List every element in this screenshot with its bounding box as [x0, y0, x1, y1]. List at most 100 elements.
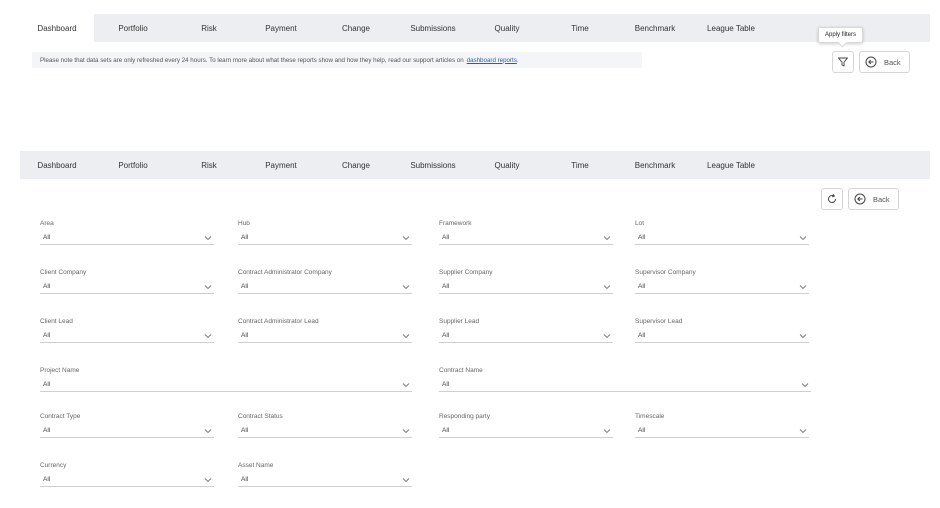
tab-benchmark[interactable]: Benchmark	[616, 14, 694, 42]
filter-supervisor-lead: Supervisor Lead All	[635, 318, 809, 343]
select-value: All	[43, 234, 51, 241]
back-button-filters[interactable]: Back	[848, 188, 899, 210]
chevron-down-icon	[402, 477, 410, 482]
back-arrow-icon	[865, 56, 877, 68]
chevron-down-icon	[402, 382, 410, 387]
back-label: Back	[873, 194, 890, 204]
tab-payment[interactable]: Payment	[246, 151, 316, 179]
chevron-down-icon	[402, 235, 410, 240]
filter-label: Lot	[635, 220, 645, 227]
responding-party-select[interactable]: All	[439, 424, 613, 438]
chevron-down-icon	[799, 428, 807, 433]
contract-status-select[interactable]: All	[238, 424, 412, 438]
contract-name-select[interactable]: All	[439, 378, 811, 392]
filter-label: Framework	[439, 220, 472, 227]
currency-select[interactable]: All	[40, 473, 214, 487]
project-name-select[interactable]: All	[40, 378, 412, 392]
tab-portfolio[interactable]: Portfolio	[94, 14, 172, 42]
filter-client-company: Client Company All	[40, 269, 214, 294]
refresh-notice: Please note that data sets are only refr…	[32, 52, 642, 68]
select-value: All	[241, 427, 249, 434]
tab-submissions[interactable]: Submissions	[396, 151, 470, 179]
select-value: All	[442, 332, 450, 339]
filter-label: Area	[40, 220, 54, 227]
chevron-down-icon	[402, 333, 410, 338]
asset-name-select[interactable]: All	[238, 473, 412, 487]
chevron-down-icon	[402, 428, 410, 433]
filter-contract-status: Contract Status All	[238, 413, 412, 438]
select-value: All	[442, 381, 450, 388]
filter-contract-administrator-lead: Contract Administrator Lead All	[238, 318, 412, 343]
filter-label: Client Company	[40, 269, 87, 276]
filter-label: Contract Status	[238, 413, 283, 420]
tab-league-table[interactable]: League Table	[694, 151, 768, 179]
lot-select[interactable]: All	[635, 231, 809, 245]
select-value: All	[442, 283, 450, 290]
contract-administrator-lead-select[interactable]: All	[238, 329, 412, 343]
client-company-select[interactable]: All	[40, 280, 214, 294]
tab-submissions[interactable]: Submissions	[396, 14, 470, 42]
reset-filters-button[interactable]	[821, 188, 843, 210]
chevron-down-icon	[603, 235, 611, 240]
filter-project-name: Project Name All	[40, 367, 412, 392]
supervisor-lead-select[interactable]: All	[635, 329, 809, 343]
chevron-down-icon	[603, 333, 611, 338]
tab-benchmark[interactable]: Benchmark	[616, 151, 694, 179]
tab-change[interactable]: Change	[316, 151, 396, 179]
tab-risk[interactable]: Risk	[172, 14, 246, 42]
select-value: All	[638, 332, 646, 339]
chevron-down-icon	[204, 477, 212, 482]
area-select[interactable]: All	[40, 231, 214, 245]
filter-supplier-lead: Supplier Lead All	[439, 318, 613, 343]
tab-quality[interactable]: Quality	[470, 14, 544, 42]
filter-label: Supervisor Company	[635, 269, 696, 276]
notice-suffix: .	[516, 56, 519, 64]
apply-filters-button[interactable]	[832, 51, 854, 73]
supervisor-company-select[interactable]: All	[635, 280, 809, 294]
select-value: All	[442, 427, 450, 434]
dashboard-reports-link[interactable]: dashboard reports	[467, 57, 517, 64]
contract-administrator-company-select[interactable]: All	[238, 280, 412, 294]
chevron-down-icon	[204, 333, 212, 338]
chevron-down-icon	[204, 428, 212, 433]
back-button-top[interactable]: Back	[859, 51, 910, 73]
tab-change[interactable]: Change	[316, 14, 396, 42]
hub-select[interactable]: All	[238, 231, 412, 245]
tab-dashboard[interactable]: Dashboard	[20, 14, 94, 42]
select-value: All	[241, 476, 249, 483]
filter-label: Contract Type	[40, 413, 81, 420]
chevron-down-icon	[204, 235, 212, 240]
filter-icon	[838, 57, 848, 67]
chevron-down-icon	[402, 284, 410, 289]
timescale-select[interactable]: All	[635, 424, 809, 438]
filter-label: Supervisor Lead	[635, 318, 683, 325]
select-value: All	[43, 427, 51, 434]
chevron-down-icon	[799, 284, 807, 289]
tab-payment[interactable]: Payment	[246, 14, 316, 42]
client-lead-select[interactable]: All	[40, 329, 214, 343]
filter-lot: Lot All	[635, 220, 809, 245]
contract-type-select[interactable]: All	[40, 424, 214, 438]
select-value: All	[241, 332, 249, 339]
supplier-lead-select[interactable]: All	[439, 329, 613, 343]
supplier-company-select[interactable]: All	[439, 280, 613, 294]
tab-time[interactable]: Time	[544, 151, 616, 179]
tab-dashboard[interactable]: Dashboard	[20, 151, 94, 179]
tab-risk[interactable]: Risk	[172, 151, 246, 179]
framework-select[interactable]: All	[439, 231, 613, 245]
filter-framework: Framework All	[439, 220, 613, 245]
tab-time[interactable]: Time	[544, 14, 616, 42]
filter-contract-administrator-company: Contract Administrator Company All	[238, 269, 412, 294]
filter-label: Timescale	[635, 413, 665, 420]
tab-quality[interactable]: Quality	[470, 151, 544, 179]
filter-supervisor-company: Supervisor Company All	[635, 269, 809, 294]
tab-league-table[interactable]: League Table	[694, 14, 768, 42]
filter-responding-party: Responding party All	[439, 413, 613, 438]
chevron-down-icon	[799, 235, 807, 240]
select-value: All	[241, 283, 249, 290]
filter-contract-name: Contract Name All	[439, 367, 811, 392]
select-value: All	[241, 234, 249, 241]
tab-portfolio[interactable]: Portfolio	[94, 151, 172, 179]
select-value: All	[638, 234, 646, 241]
apply-filters-tooltip: Apply filters	[818, 27, 864, 43]
